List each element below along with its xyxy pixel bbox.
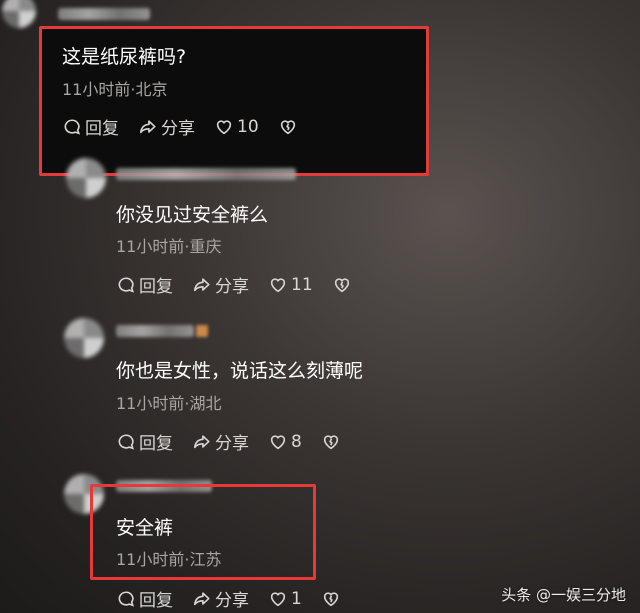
reply-label: 回复 (139, 591, 173, 611)
comment-text: 安全裤 (116, 517, 174, 539)
reply-button[interactable]: 回复 (117, 429, 173, 454)
reply-bubble-icon (64, 118, 81, 135)
reply-button[interactable]: 回复 (117, 272, 173, 297)
heart-icon (270, 434, 286, 449)
share-arrow-icon (193, 434, 210, 448)
comment-text: 你没见过安全裤么 (116, 204, 269, 226)
reply-button[interactable]: 回复 (63, 114, 119, 139)
like-button[interactable]: 10 (215, 117, 259, 137)
share-button[interactable]: 分享 (193, 272, 249, 297)
username-blurred[interactable] (116, 325, 194, 337)
share-arrow-icon (193, 277, 210, 291)
broken-heart-icon (323, 591, 338, 606)
username-blurred[interactable] (116, 168, 296, 180)
reply-bubble-icon (118, 590, 135, 607)
broken-heart-icon (280, 119, 295, 134)
share-arrow-icon (139, 119, 156, 133)
like-button[interactable]: 1 (269, 589, 302, 609)
reply-label: 回复 (85, 119, 119, 139)
heart-icon (270, 277, 286, 292)
dislike-button[interactable] (279, 118, 297, 136)
share-label: 分享 (161, 119, 195, 139)
share-button[interactable]: 分享 (193, 429, 249, 454)
reply-label: 回复 (139, 434, 173, 454)
like-count: 11 (291, 274, 313, 295)
comment-actions: 回复 分享 11 (117, 272, 351, 297)
comment-meta: 11小时前·江苏 (116, 550, 222, 569)
share-button[interactable]: 分享 (193, 586, 249, 611)
reply-button[interactable]: 回复 (117, 586, 173, 611)
like-button[interactable]: 8 (269, 432, 302, 452)
reply-bubble-icon (118, 276, 135, 293)
comment-meta: 11小时前·湖北 (116, 394, 222, 413)
broken-heart-icon (323, 434, 338, 449)
share-label: 分享 (215, 591, 249, 611)
comment-text: 你也是女性，说话这么刻薄呢 (116, 360, 364, 382)
like-count: 1 (291, 588, 302, 609)
comment-meta: 11小时前·重庆 (116, 237, 222, 256)
dislike-button[interactable] (333, 276, 351, 294)
comment-text: 这是纸尿裤吗? (62, 46, 187, 68)
comment-actions: 回复 分享 8 (117, 429, 340, 454)
watermark: 头条 @一娱三分地 (501, 586, 626, 604)
avatar[interactable] (66, 158, 106, 198)
comment-meta: 11小时前·北京 (62, 80, 168, 99)
heart-icon (270, 591, 286, 606)
share-button[interactable]: 分享 (139, 114, 195, 139)
broken-heart-icon (334, 277, 349, 292)
share-label: 分享 (215, 277, 249, 297)
comment-actions: 回复 分享 10 (63, 114, 297, 139)
avatar[interactable] (64, 318, 104, 358)
reply-bubble-icon (118, 433, 135, 450)
reply-label: 回复 (139, 277, 173, 297)
user-badge (196, 325, 208, 337)
like-button[interactable]: 11 (269, 275, 313, 295)
share-arrow-icon (193, 591, 210, 605)
like-count: 10 (237, 116, 259, 137)
dislike-button[interactable] (322, 590, 340, 608)
like-count: 8 (291, 431, 302, 452)
avatar[interactable] (2, 0, 36, 28)
username-blurred[interactable] (58, 8, 150, 20)
dislike-button[interactable] (322, 433, 340, 451)
share-label: 分享 (215, 434, 249, 454)
comment-actions: 回复 分享 1 (117, 586, 340, 611)
heart-icon (216, 119, 232, 134)
